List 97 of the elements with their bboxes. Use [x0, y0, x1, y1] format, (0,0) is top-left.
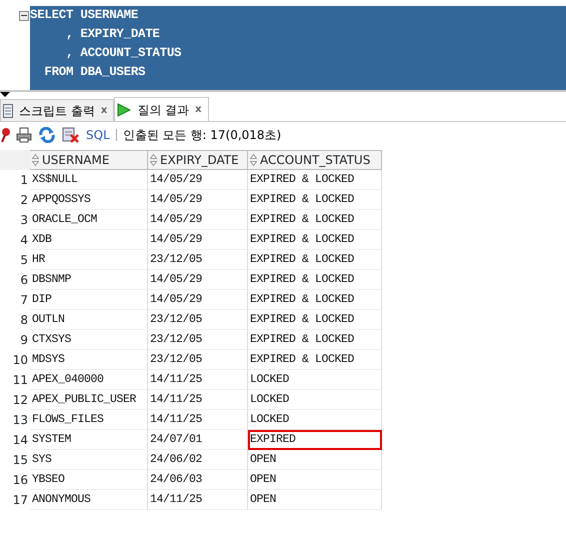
- row-number: 1: [19, 172, 29, 189]
- table-cell: MDSYS: [30, 350, 148, 370]
- close-button[interactable]: x: [100, 103, 108, 118]
- row-number: 6: [19, 272, 29, 289]
- table-cell: 14/05/29: [148, 230, 248, 250]
- table-cell: LOCKED: [248, 410, 382, 430]
- table-cell: FLOWS_FILES: [30, 410, 148, 430]
- status-text: 인출된 모든 행: 17(0,018초): [122, 127, 282, 144]
- row-number: 10: [12, 352, 29, 369]
- table-cell: EXPIRED & LOCKED: [248, 350, 382, 370]
- row-number: 8: [19, 312, 29, 329]
- table-cell: 14/11/25: [148, 410, 248, 430]
- code-line: , ACCOUNT_STATUS: [65, 45, 182, 62]
- table-cell: 23/12/05: [148, 250, 248, 270]
- table-cell: YBSEO: [30, 470, 148, 490]
- row-number: 4: [19, 232, 29, 249]
- table-cell: EXPIRED: [248, 430, 382, 450]
- tab-label: 스크립트 출력: [19, 102, 95, 120]
- table-cell: 24/07/01: [148, 430, 248, 450]
- tab-label: 질의 결과: [137, 102, 190, 118]
- table-cell: SYSTEM: [30, 430, 148, 450]
- table-cell: 24/06/03: [148, 470, 248, 490]
- play-icon: [117, 102, 132, 116]
- table-cell: EXPIRED & LOCKED: [248, 250, 382, 270]
- print-icon[interactable]: [16, 127, 32, 143]
- column-header[interactable]: ACCOUNT_STATUS: [248, 150, 382, 170]
- row-number: 14: [12, 432, 29, 449]
- table-cell: 14/05/29: [148, 170, 248, 190]
- table-cell: SYS: [30, 450, 148, 470]
- tab[interactable]: 스크립트 출력 x: [0, 99, 114, 121]
- table-cell: DIP: [30, 290, 148, 310]
- column-header[interactable]: EXPIRY_DATE: [148, 150, 248, 170]
- row-number: 2: [19, 192, 29, 209]
- refresh-icon[interactable]: [38, 127, 56, 143]
- table-cell: EXPIRED & LOCKED: [248, 210, 382, 230]
- code-line: , EXPIRY_DATE: [65, 26, 161, 43]
- table-cell: OPEN: [248, 450, 382, 470]
- fold-toggle[interactable]: [19, 10, 29, 20]
- code-line: SELECT USERNAME: [30, 7, 140, 24]
- table-cell: OUTLN: [30, 310, 148, 330]
- table-cell: CTXSYS: [30, 330, 148, 350]
- table-cell: LOCKED: [248, 390, 382, 410]
- tab[interactable]: 질의 결과 x: [114, 97, 209, 121]
- column-label: ACCOUNT_STATUS: [260, 152, 370, 169]
- close-button[interactable]: x: [195, 102, 202, 117]
- document-icon: [3, 104, 13, 118]
- table-cell: 14/05/29: [148, 190, 248, 210]
- row-number: 15: [12, 452, 29, 469]
- header-corner: [0, 150, 30, 170]
- table-cell: 24/06/02: [148, 450, 248, 470]
- table-cell: EXPIRED & LOCKED: [248, 170, 382, 190]
- table-cell: 14/11/25: [148, 490, 248, 510]
- table-cell: APEX_040000: [30, 370, 148, 390]
- table-cell: APPQOSSYS: [30, 190, 148, 210]
- row-number: 17: [12, 492, 29, 509]
- row-number: 12: [12, 392, 29, 409]
- delete-icon[interactable]: [62, 127, 80, 143]
- table-cell: 14/11/25: [148, 390, 248, 410]
- table-cell: EXPIRED & LOCKED: [248, 230, 382, 250]
- table-cell: OPEN: [248, 470, 382, 490]
- table-cell: XDB: [30, 230, 148, 250]
- pin-icon[interactable]: [0, 127, 10, 143]
- column-header[interactable]: USERNAME: [30, 150, 148, 170]
- row-number: 7: [19, 292, 29, 309]
- code-line: FROM DBA_USERS: [43, 64, 146, 81]
- column-label: EXPIRY_DATE: [160, 152, 239, 169]
- row-number: 5: [19, 252, 29, 269]
- table-cell: 23/12/05: [148, 310, 248, 330]
- table-cell: DBSNMP: [30, 270, 148, 290]
- table-cell: OPEN: [248, 490, 382, 510]
- table-cell: 14/11/25: [148, 370, 248, 390]
- column-label: USERNAME: [42, 152, 110, 169]
- sort-icon: [32, 154, 39, 166]
- table-cell: 23/12/05: [148, 350, 248, 370]
- table-cell: 14/05/29: [148, 270, 248, 290]
- table-cell: 14/05/29: [148, 210, 248, 230]
- row-number: 16: [12, 472, 29, 489]
- row-number: 3: [19, 212, 29, 229]
- sql-link[interactable]: SQL: [86, 126, 110, 144]
- table-cell: HR: [30, 250, 148, 270]
- table-cell: EXPIRED & LOCKED: [248, 270, 382, 290]
- table-cell: EXPIRED & LOCKED: [248, 330, 382, 350]
- table-cell: XS$NULL: [30, 170, 148, 190]
- table-cell: ANONYMOUS: [30, 490, 148, 510]
- table-cell: LOCKED: [248, 370, 382, 390]
- table-cell: EXPIRED & LOCKED: [248, 310, 382, 330]
- row-number: 11: [12, 372, 29, 389]
- sort-icon: [250, 154, 257, 166]
- table-cell: APEX_PUBLIC_USER: [30, 390, 148, 410]
- row-number: 13: [12, 412, 29, 429]
- table-cell: 14/05/29: [148, 290, 248, 310]
- sort-icon: [150, 154, 157, 166]
- row-number: 9: [19, 332, 29, 349]
- table-cell: ORACLE_OCM: [30, 210, 148, 230]
- table-cell: 23/12/05: [148, 330, 248, 350]
- table-cell: EXPIRED & LOCKED: [248, 290, 382, 310]
- table-cell: EXPIRED & LOCKED: [248, 190, 382, 210]
